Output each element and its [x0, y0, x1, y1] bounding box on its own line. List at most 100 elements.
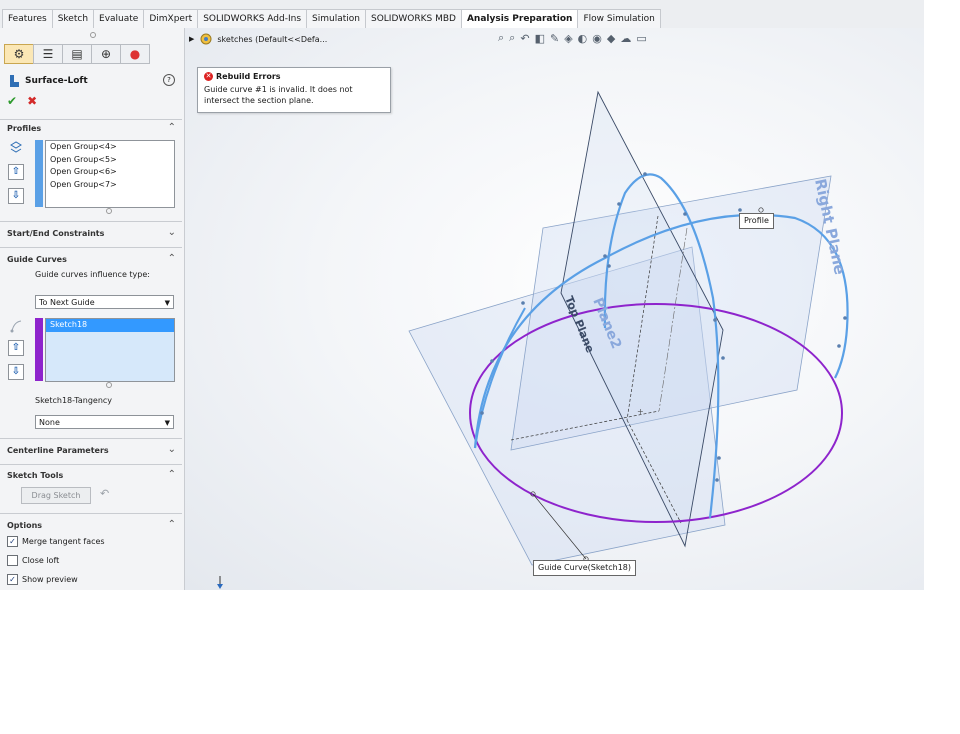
influence-type-value: To Next Guide [39, 298, 95, 307]
profiles-list[interactable]: Open Group<4> Open Group<5> Open Group<6> O… [45, 140, 175, 208]
tangency-dropdown[interactable]: None ▼ [35, 415, 174, 429]
tab-dimxpert[interactable]: DimXpert [143, 9, 199, 28]
error-title-text: Rebuild Errors [216, 72, 281, 81]
solidworks-window: Features Sketch Evaluate DimXpert SOLIDWORKS… [0, 0, 924, 590]
section-view-icon[interactable]: ◧ [535, 32, 545, 45]
close-loft-checkbox[interactable]: Close loft [7, 555, 59, 566]
guide-selector-icon [10, 320, 22, 333]
collapse-icon[interactable]: ⌃ [168, 122, 176, 133]
property-manager-tab[interactable]: ☰ [33, 44, 63, 64]
profiles-color-bar [35, 140, 43, 207]
part-icon [200, 33, 212, 45]
guide-color-bar [35, 318, 43, 381]
undo-icon[interactable]: ↶ [100, 487, 109, 500]
manager-tabs: ⚙ ☰ ▤ ⊕ ● [4, 44, 150, 64]
list-resize-grip[interactable] [106, 208, 112, 214]
hide-show-icon[interactable]: ◉ [592, 32, 602, 45]
checkbox-unchecked [7, 555, 18, 566]
options-section: Options ⌃ ✓ Merge tangent faces Close lo… [0, 513, 182, 590]
feature-tree-icon: ⚙ [13, 47, 25, 61]
move-down-button[interactable]: ⇩ [8, 188, 24, 204]
feature-tree-flyout[interactable]: ▶ sketches (Default<<Defa... [189, 33, 327, 45]
property-manager: ⚙ ☰ ▤ ⊕ ● Surface-Loft ? ✔ ✖ Profiles ⌃ … [0, 28, 192, 590]
property-list-icon: ☰ [42, 47, 54, 61]
error-message: Guide curve #1 is invalid. It does not i… [204, 85, 353, 105]
view-settings-icon[interactable]: ▭ [636, 32, 646, 45]
rebuild-errors-tooltip: ✕ Rebuild Errors Guide curve #1 is inval… [197, 67, 391, 113]
expand-icon[interactable]: ⌄ [168, 444, 176, 455]
tangency-label: Sketch18-Tangency [35, 396, 113, 405]
command-manager-tabs: Features Sketch Evaluate DimXpert SOLIDWORKS… [0, 0, 924, 29]
list-resize-grip[interactable] [106, 382, 112, 388]
tab-solidworks-mbd[interactable]: SOLIDWORKS MBD [364, 9, 462, 28]
guide-list-item[interactable]: Sketch18 [46, 319, 174, 332]
tab-sketch[interactable]: Sketch [51, 9, 95, 28]
profiles-header[interactable]: Profiles [7, 124, 41, 133]
drag-sketch-button[interactable]: Drag Sketch [21, 487, 91, 504]
sketch-tools-section: Sketch Tools ⌃ Drag Sketch ↶ [0, 464, 182, 513]
options-header[interactable]: Options [7, 521, 42, 530]
dynamic-annotation-icon[interactable]: ✎ [550, 32, 559, 45]
scene-icon[interactable]: ☁ [620, 32, 631, 45]
configuration-manager-tab[interactable]: ▤ [62, 44, 92, 64]
show-preview-checkbox[interactable]: ✓ Show preview [7, 574, 78, 585]
zoom-to-area-icon[interactable]: ⌕ [509, 31, 515, 45]
centerline-section: Centerline Parameters ⌄ [0, 438, 182, 464]
tab-evaluate[interactable]: Evaluate [93, 9, 145, 28]
graphics-area[interactable]: + Right Plane Plane2 Top Plane ▶ sketche… [185, 28, 924, 590]
centerline-header[interactable]: Centerline Parameters [7, 446, 109, 455]
influence-type-dropdown[interactable]: To Next Guide ▼ [35, 295, 174, 309]
error-icon: ✕ [204, 72, 213, 81]
panel-grip[interactable] [90, 32, 96, 38]
profile-list-item[interactable]: Open Group<6> [46, 166, 174, 179]
collapse-icon[interactable]: ⌃ [168, 469, 176, 480]
profile-list-item[interactable]: Open Group<4> [46, 141, 174, 154]
show-preview-label: Show preview [22, 575, 78, 584]
previous-view-icon[interactable]: ↶ [520, 32, 529, 45]
origin-marker: + [637, 407, 644, 416]
tab-features[interactable]: Features [2, 9, 53, 28]
dropdown-arrow-icon: ▼ [164, 299, 170, 307]
arrow-up-icon: ⇧ [11, 166, 21, 177]
start-end-header[interactable]: Start/End Constraints [7, 229, 104, 238]
expand-arrow-icon[interactable]: ▶ [189, 35, 194, 43]
dimxpert-manager-tab[interactable]: ⊕ [91, 44, 121, 64]
dropdown-arrow-icon: ▼ [164, 419, 170, 427]
display-manager-tab[interactable]: ● [120, 44, 150, 64]
edit-appearance-icon[interactable]: ◆ [607, 32, 615, 45]
profile-list-item[interactable]: Open Group<5> [46, 154, 174, 167]
ok-cancel-bar: ✔ ✖ [7, 94, 37, 108]
move-up-button[interactable]: ⇧ [8, 164, 24, 180]
tab-solidworks-add-ins[interactable]: SOLIDWORKS Add-Ins [197, 9, 308, 28]
ok-button[interactable]: ✔ [7, 94, 17, 108]
tab-flow-simulation[interactable]: Flow Simulation [577, 9, 661, 28]
profiles-section: Profiles ⌃ ⇧ ⇩ Open Group<4> Open Group<5… [0, 119, 182, 220]
sketch-tools-header[interactable]: Sketch Tools [7, 471, 63, 480]
guide-curves-list[interactable]: Sketch18 [45, 318, 175, 382]
zoom-to-fit-icon[interactable]: ⌕ [498, 31, 504, 45]
guide-curve-callout[interactable]: Guide Curve(Sketch18) [533, 560, 637, 576]
feature-manager-tab[interactable]: ⚙ [4, 44, 34, 64]
tab-analysis-preparation[interactable]: Analysis Preparation [460, 9, 579, 29]
feature-title: Surface-Loft [25, 76, 88, 86]
color-wheel-icon: ● [129, 47, 141, 61]
tab-simulation[interactable]: Simulation [306, 9, 366, 28]
collapse-icon[interactable]: ⌃ [168, 253, 176, 264]
tangency-value: None [39, 418, 60, 427]
help-icon[interactable]: ? [163, 74, 175, 86]
profile-list-item[interactable]: Open Group<7> [46, 179, 174, 192]
merge-tangent-checkbox[interactable]: ✓ Merge tangent faces [7, 536, 105, 547]
profile-callout[interactable]: Profile [739, 213, 774, 229]
guide-curves-header[interactable]: Guide Curves [7, 255, 67, 264]
move-up-button[interactable]: ⇧ [8, 340, 24, 356]
expand-icon[interactable]: ⌄ [168, 227, 176, 238]
close-loft-label: Close loft [22, 556, 60, 565]
move-down-button[interactable]: ⇩ [8, 364, 24, 380]
display-style-icon[interactable]: ◐ [578, 32, 588, 45]
surface-loft-icon [10, 75, 19, 87]
cancel-button[interactable]: ✖ [27, 94, 37, 108]
feature-header: Surface-Loft ? [8, 73, 178, 89]
guide-curves-section: Guide Curves ⌃ Guide curves influence ty… [0, 247, 182, 438]
collapse-icon[interactable]: ⌃ [168, 519, 176, 530]
view-orientation-icon[interactable]: ◈ [564, 32, 572, 45]
